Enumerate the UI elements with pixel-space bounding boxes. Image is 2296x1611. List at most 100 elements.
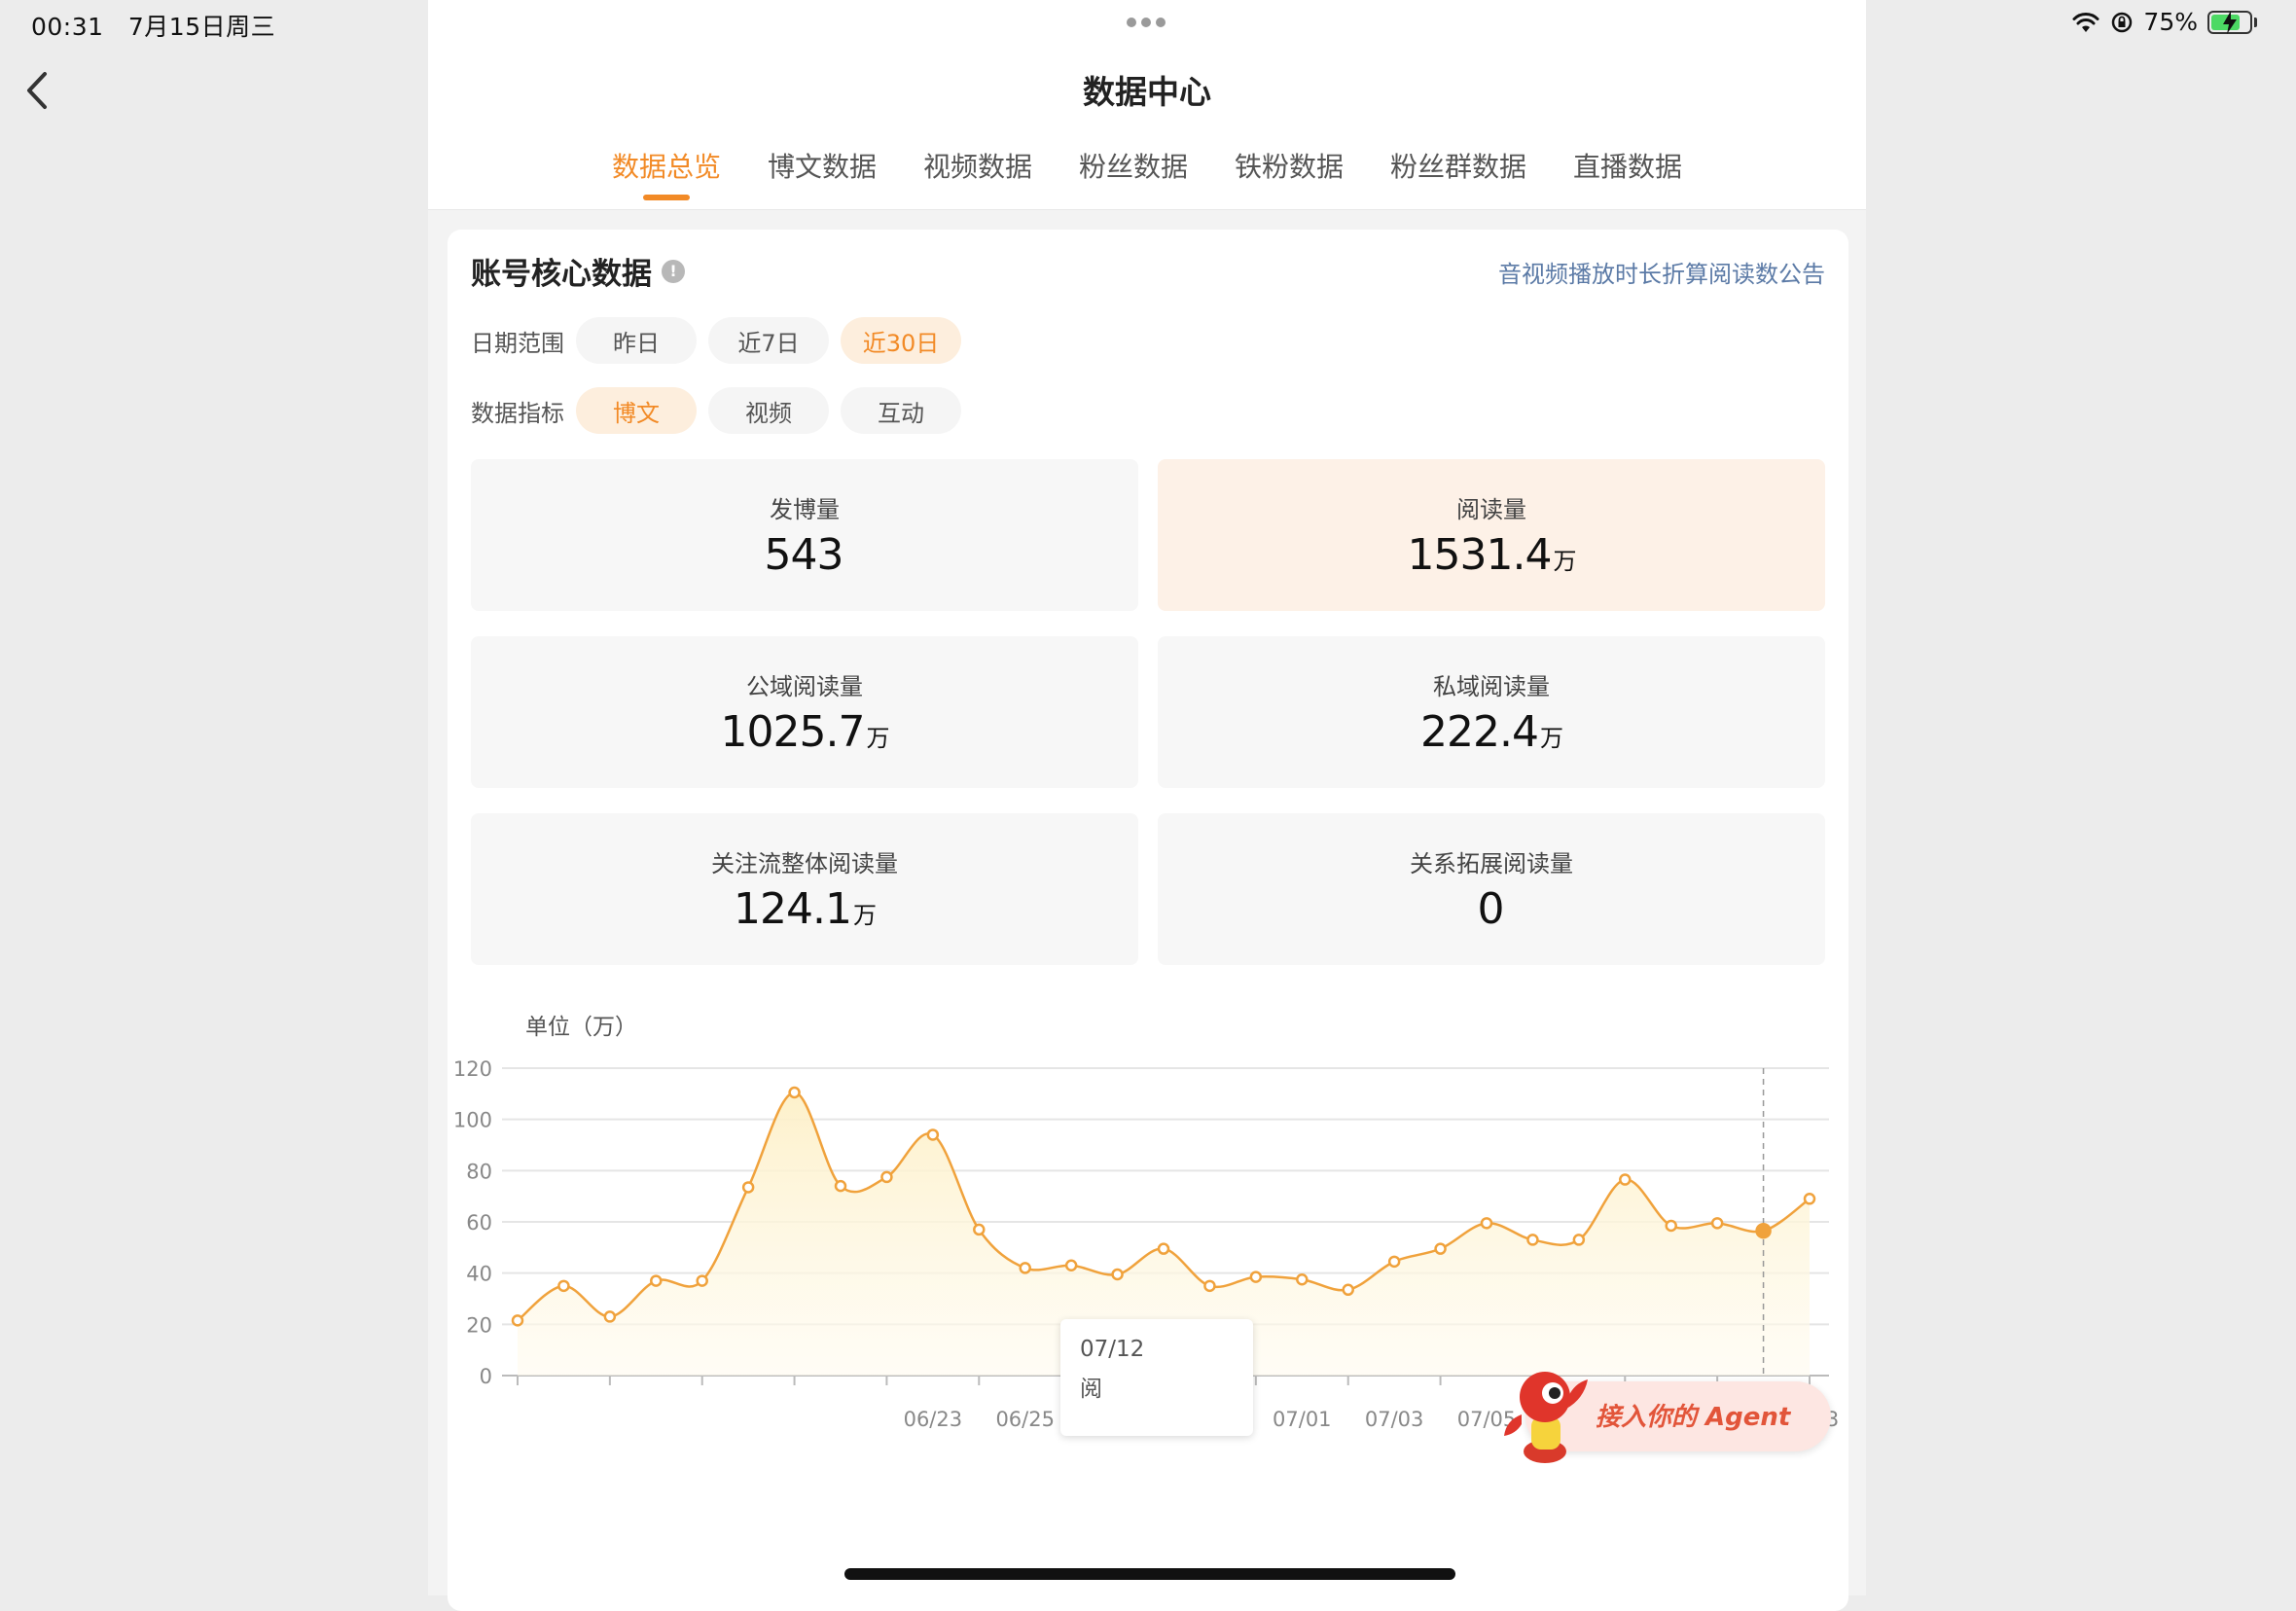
stat-value: 0 <box>1477 884 1505 934</box>
chart-svg[interactable]: 02040608010012006/2306/2506/2706/2907/01… <box>448 988 1848 1611</box>
metric-label: 数据指标 <box>471 399 564 427</box>
data-point <box>511 1314 524 1327</box>
stat-label: 关系拓展阅读量 <box>1410 850 1573 877</box>
page-title: 数据中心 <box>1083 73 1211 111</box>
battery-percent: 75% <box>2143 8 2198 36</box>
tab-fans[interactable]: 粉丝数据 <box>1079 146 1188 202</box>
trend-chart: 02040608010012006/2306/2506/2706/2907/01… <box>448 988 1848 1611</box>
data-point <box>1342 1283 1354 1297</box>
tooltip-partial: 阅 <box>1080 1377 1102 1402</box>
data-point <box>1710 1217 1724 1230</box>
y-tick-label: 80 <box>466 1160 492 1183</box>
wifi-icon <box>2072 12 2099 32</box>
data-point <box>1755 1222 1772 1239</box>
x-tick-label: 06/23 <box>904 1408 963 1431</box>
data-point <box>557 1279 570 1293</box>
back-button[interactable] <box>18 66 56 115</box>
x-tick-label: 07/03 <box>1365 1408 1424 1431</box>
y-tick-label: 100 <box>453 1109 492 1132</box>
x-tick-label: 07/01 <box>1273 1408 1332 1431</box>
data-point <box>1203 1279 1216 1293</box>
tab-overview[interactable]: 数据总览 <box>612 146 721 202</box>
data-point <box>1619 1173 1632 1186</box>
date-range-row: 日期范围 昨日 近7日 近30日 <box>471 317 973 364</box>
metric-chip-posts[interactable]: 博文 <box>576 387 697 434</box>
battery-icon <box>2207 10 2257 34</box>
y-tick-label: 0 <box>480 1365 492 1388</box>
y-tick-label: 40 <box>466 1263 492 1286</box>
stat-label: 私域阅读量 <box>1433 673 1550 700</box>
metric-chip-interactions[interactable]: 互动 <box>841 387 961 434</box>
stat-relation-reads[interactable]: 关系拓展阅读量 0 <box>1158 813 1825 965</box>
status-right: 75% <box>2071 8 2257 36</box>
tab-videos[interactable]: 视频数据 <box>923 146 1032 202</box>
stat-label: 公域阅读量 <box>746 673 863 700</box>
data-point <box>1803 1193 1816 1205</box>
tab-live[interactable]: 直播数据 <box>1573 146 1682 202</box>
stat-label: 发博量 <box>770 496 840 523</box>
data-point <box>1526 1234 1539 1246</box>
data-point <box>1434 1242 1447 1255</box>
y-tick-label: 60 <box>466 1211 492 1235</box>
stat-value: 222.4万 <box>1420 707 1563 757</box>
data-point <box>741 1181 755 1194</box>
date-chip-yesterday[interactable]: 昨日 <box>576 317 697 364</box>
notice-link[interactable]: 音视频播放时长折算阅读数公告 <box>1498 255 1825 289</box>
status-date: 7月15日周三 <box>127 13 276 41</box>
data-point <box>1572 1234 1586 1246</box>
data-point <box>696 1274 708 1287</box>
stat-public-reads[interactable]: 公域阅读量 1025.7万 <box>471 636 1138 788</box>
stat-private-reads[interactable]: 私域阅读量 222.4万 <box>1158 636 1825 788</box>
stat-value: 1531.4万 <box>1407 530 1577 580</box>
more-dots-icon[interactable] <box>1127 18 1166 27</box>
data-point <box>1064 1259 1078 1272</box>
data-point <box>788 1086 801 1099</box>
y-tick-label: 20 <box>466 1313 492 1337</box>
tab-iron-fans[interactable]: 铁粉数据 <box>1235 146 1344 202</box>
stat-label: 关注流整体阅读量 <box>711 850 898 877</box>
stat-value: 543 <box>764 530 844 580</box>
y-tick-label: 120 <box>453 1057 492 1081</box>
stat-value: 124.1万 <box>734 884 877 934</box>
data-point <box>1296 1273 1309 1286</box>
metric-chip-videos[interactable]: 视频 <box>708 387 829 434</box>
chart-tooltip: 07/12 阅 <box>1060 1319 1253 1436</box>
date-range-label: 日期范围 <box>471 329 564 357</box>
scroll-fade <box>523 1562 844 1584</box>
date-chip-7days[interactable]: 近7日 <box>708 317 829 364</box>
data-point <box>603 1310 617 1323</box>
data-point <box>880 1170 893 1184</box>
data-point <box>834 1179 847 1193</box>
stat-following-feed-reads[interactable]: 关注流整体阅读量 124.1万 <box>471 813 1138 965</box>
data-point <box>1387 1255 1401 1269</box>
data-point <box>650 1274 663 1287</box>
orientation-lock-icon <box>2112 12 2133 32</box>
metric-row: 数据指标 博文 视频 互动 <box>471 387 973 434</box>
tab-bar: 数据总览 博文数据 视频数据 粉丝数据 铁粉数据 粉丝群数据 直播数据 <box>428 146 1866 202</box>
tooltip-date: 07/12 <box>1080 1337 1145 1362</box>
date-chip-30days[interactable]: 近30日 <box>841 317 961 364</box>
tab-posts[interactable]: 博文数据 <box>768 146 877 202</box>
data-point <box>973 1223 986 1236</box>
header: 数据中心 数据总览 博文数据 视频数据 粉丝数据 铁粉数据 粉丝群数据 直播数据 <box>428 0 1866 210</box>
data-point <box>926 1128 940 1141</box>
card-title: 账号核心数据 ! <box>471 249 685 293</box>
data-point <box>1157 1242 1170 1255</box>
data-point <box>1019 1262 1031 1274</box>
data-point <box>1665 1219 1677 1233</box>
info-icon[interactable]: ! <box>662 259 685 283</box>
stat-posts[interactable]: 发博量 543 <box>471 459 1138 611</box>
stat-reads[interactable]: 阅读量 1531.4万 <box>1158 459 1825 611</box>
agent-badge-text: 接入你的 Agent <box>1596 1403 1791 1432</box>
data-point <box>1480 1217 1493 1230</box>
data-point <box>1249 1271 1263 1283</box>
chart-unit-label: 单位（万） <box>525 1015 637 1040</box>
stat-value: 1025.7万 <box>720 707 890 757</box>
tab-fan-groups[interactable]: 粉丝群数据 <box>1390 146 1526 202</box>
status-time: 00:31 7月15日周三 <box>31 13 276 41</box>
home-indicator[interactable] <box>844 1568 1455 1580</box>
agent-badge[interactable]: 接入你的 Agent <box>1504 1372 1831 1463</box>
mascot-icon <box>1504 1372 1588 1463</box>
data-point <box>1111 1268 1124 1281</box>
stat-label: 阅读量 <box>1456 496 1526 523</box>
